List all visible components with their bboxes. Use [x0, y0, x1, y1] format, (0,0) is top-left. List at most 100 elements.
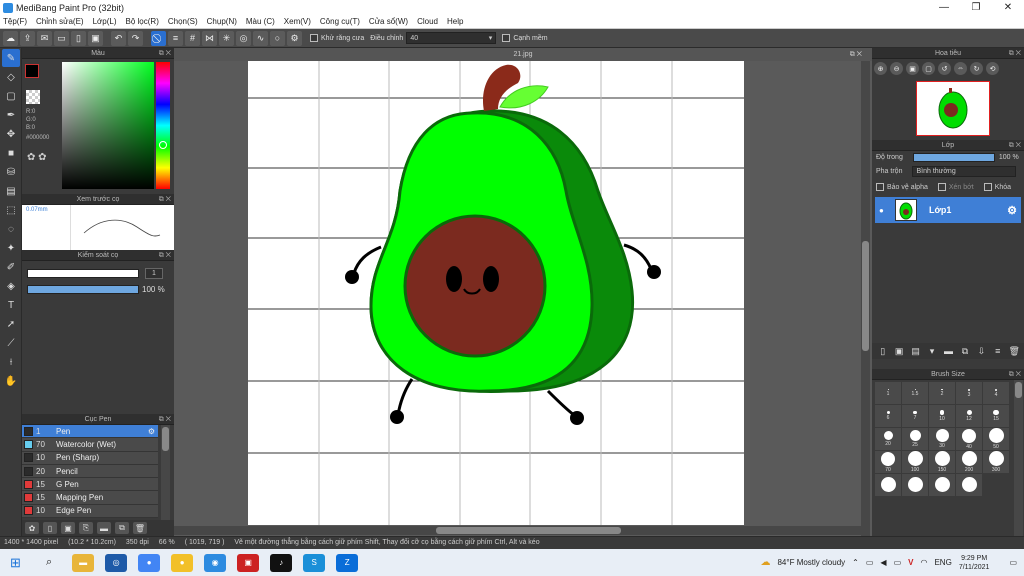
hue-handle[interactable]: [159, 141, 167, 149]
comment-icon[interactable]: ✉: [37, 30, 52, 46]
vietkey-icon[interactable]: V: [908, 558, 913, 567]
menu-view[interactable]: Xem(V): [284, 17, 311, 26]
rotate-left-icon[interactable]: ↺: [938, 62, 951, 75]
brush-size-cell[interactable]: 6: [875, 405, 901, 427]
palette-icon[interactable]: ✿ ✿: [27, 152, 47, 163]
menu-select[interactable]: Chọn(S): [168, 17, 198, 26]
transparent-color-swatch[interactable]: [26, 90, 40, 104]
grid-ruler-icon[interactable]: #: [185, 30, 200, 46]
save-icon[interactable]: ▣: [88, 30, 103, 46]
parallel-ruler-icon[interactable]: ≡: [168, 30, 183, 46]
zalo-icon[interactable]: Z: [336, 553, 359, 572]
menu-color[interactable]: Màu (C): [246, 17, 275, 26]
brush-list-item[interactable]: 10 Pen (Sharp): [22, 451, 158, 465]
delete-brush-icon[interactable]: 🗑: [133, 522, 147, 534]
actual-size-icon[interactable]: ▢: [922, 62, 935, 75]
brush-folder-icon[interactable]: ▬: [97, 522, 111, 534]
layer-properties-icon[interactable]: ≡: [991, 346, 1004, 356]
new-brush-icon[interactable]: ▯: [43, 522, 57, 534]
gradient-tool-icon[interactable]: ▤: [2, 182, 20, 200]
blend-mode-select[interactable]: Bình thường: [912, 166, 1017, 177]
brush-list-item[interactable]: 1 Pen ⚙: [22, 425, 158, 439]
fit-window-icon[interactable]: ▣: [906, 62, 919, 75]
add-layer-menu-icon[interactable]: ▾: [925, 346, 938, 357]
network-icon[interactable]: ▭: [866, 558, 874, 567]
brush-size-cell[interactable]: 40: [956, 428, 982, 450]
brush-size-cell[interactable]: 25: [902, 428, 928, 450]
brush-size-cell[interactable]: 150: [929, 451, 955, 473]
brush-tool-icon[interactable]: ✎: [2, 49, 20, 67]
brush-size-cell[interactable]: 10: [929, 405, 955, 427]
pen-tool-icon[interactable]: ✒: [2, 106, 20, 124]
operation-tool-icon[interactable]: ➚: [2, 315, 20, 333]
speaker-icon[interactable]: ◀: [880, 558, 886, 567]
input-language[interactable]: ENG: [934, 558, 951, 567]
new-halftone-layer-icon[interactable]: ▣: [892, 346, 905, 357]
tiktok-icon[interactable]: ♪: [270, 553, 293, 572]
brush-list-item[interactable]: 15 G Pen: [22, 478, 158, 492]
flip-icon[interactable]: ⇔: [954, 62, 967, 75]
layer-folder-icon[interactable]: ▬: [942, 346, 955, 356]
battery-icon[interactable]: ▭: [894, 558, 902, 567]
delete-layer-icon[interactable]: 🗑: [1008, 346, 1021, 357]
fill-rect-tool-icon[interactable]: ■: [2, 144, 20, 162]
phone-icon[interactable]: ▯: [71, 30, 86, 46]
weather-text[interactable]: 84°F Mostly cloudy: [777, 558, 845, 567]
brush-opacity-slider[interactable]: [27, 285, 139, 294]
hue-slider[interactable]: [156, 62, 170, 189]
ellipse-icon[interactable]: ○: [270, 30, 285, 46]
new-8bit-layer-icon[interactable]: ▤: [909, 346, 922, 357]
windows-start-icon[interactable]: ⊞: [10, 555, 26, 571]
panel-controls-icon[interactable]: ⧉ ✕: [159, 48, 171, 59]
concentric-icon[interactable]: ◎: [236, 30, 251, 46]
radial-icon[interactable]: ✳: [219, 30, 234, 46]
shopee-icon[interactable]: ▣: [237, 553, 260, 572]
ruler-off-icon[interactable]: ⃠: [151, 30, 166, 46]
merge-down-icon[interactable]: ⇩: [975, 346, 988, 357]
brush-size-cell[interactable]: 70: [875, 451, 901, 473]
tray-chevron-icon[interactable]: ⌃: [852, 558, 859, 567]
brush-size-cell[interactable]: 30: [929, 428, 955, 450]
select-pen-tool-icon[interactable]: ✐: [2, 258, 20, 276]
lasso-tool-icon[interactable]: ◌: [2, 220, 20, 238]
brush-size-cell[interactable]: 1: [875, 382, 901, 404]
brush-size-cell[interactable]: 4: [983, 382, 1009, 404]
brush-size-cell[interactable]: 50: [983, 428, 1009, 450]
brush-size-cell[interactable]: 100: [902, 451, 928, 473]
brush-duplicate-icon[interactable]: ⧉: [115, 522, 129, 534]
brush-size-cell[interactable]: 1.5: [902, 382, 928, 404]
layer-row[interactable]: ● Lớp1 ⚙: [875, 197, 1021, 223]
reset-rotation-icon[interactable]: ⟲: [986, 62, 999, 75]
brush-size-cell[interactable]: 7: [902, 405, 928, 427]
brush-size-cell[interactable]: 3: [956, 382, 982, 404]
eye-visibility-icon[interactable]: ●: [879, 206, 884, 215]
brush-size-cell[interactable]: [902, 474, 928, 496]
panel-controls-icon[interactable]: ⧉ ✕: [159, 250, 171, 261]
panel-controls-icon[interactable]: ⧉ ✕: [159, 414, 171, 425]
share-icon[interactable]: ⇪: [20, 30, 35, 46]
menu-layer[interactable]: Lớp(L): [93, 17, 117, 26]
correction-select[interactable]: 40 ▾: [406, 32, 497, 44]
antialias-checkbox[interactable]: [310, 34, 318, 42]
brush-list-item[interactable]: 10 Edge Pen: [22, 504, 158, 519]
brush-copy-icon[interactable]: ⎘: [79, 522, 93, 534]
redo-icon[interactable]: ↷: [128, 30, 143, 46]
panel-controls-icon[interactable]: ⧉ ✕: [1009, 48, 1021, 59]
menu-snap[interactable]: Chụp(N): [207, 17, 237, 26]
file-explorer-icon[interactable]: ▬: [72, 553, 95, 572]
brush-size-value[interactable]: 1: [145, 268, 163, 279]
clipping-checkbox[interactable]: [937, 183, 946, 191]
wifi-icon[interactable]: ◠: [920, 558, 927, 567]
bucket-tool-icon[interactable]: ⛁: [2, 163, 20, 181]
lock-checkbox[interactable]: [983, 183, 992, 191]
magic-wand-tool-icon[interactable]: ✦: [2, 239, 20, 257]
brush-size-cell[interactable]: [875, 474, 901, 496]
brush-list-item[interactable]: 20 Pencil: [22, 464, 158, 479]
notification-icon[interactable]: ▭: [1009, 558, 1017, 567]
select-eraser-tool-icon[interactable]: ◈: [2, 277, 20, 295]
eyedropper-tool-icon[interactable]: ⟊: [2, 353, 20, 371]
canvas-tab[interactable]: 21.jpg ⧉ ✕: [174, 48, 872, 61]
brush-size-cell[interactable]: [956, 474, 982, 496]
canvas-horizontal-scrollbar[interactable]: [174, 526, 861, 535]
brush-settings-gear-icon[interactable]: ⚙: [148, 427, 155, 436]
